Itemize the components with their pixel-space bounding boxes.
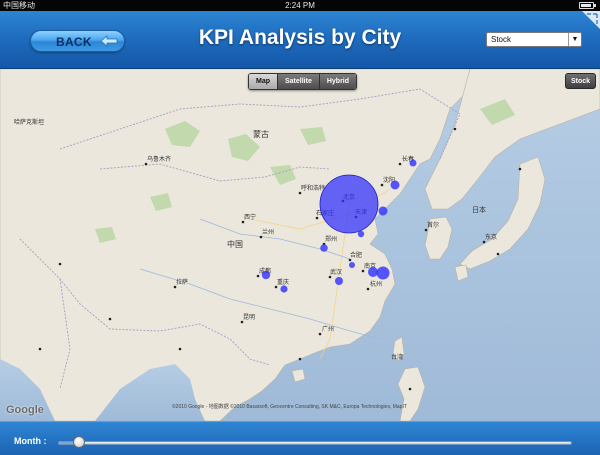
- month-slider-thumb[interactable]: [72, 436, 85, 448]
- app-window: 中国移动 2:24 PM BACK KPI Analysis by City S…: [0, 0, 600, 455]
- bubble-changchun[interactable]: [409, 159, 417, 167]
- bubble-chongqing[interactable]: [280, 285, 288, 293]
- google-logo: Google: [6, 404, 44, 416]
- label-tokyo: 东京: [485, 233, 497, 241]
- label-lhasa: 拉萨: [176, 278, 188, 286]
- map-canvas[interactable]: 蒙古 中国 北京 呼和浩特 天津 石家庄 沈阳 长春 郑州 武汉 合肥 杭州 南…: [0, 69, 600, 421]
- label-china: 中国: [227, 239, 243, 249]
- label-taiwan: 台湾: [391, 353, 403, 361]
- map-type-toggle: Map Satellite Hybrid: [248, 73, 358, 90]
- label-hefei: 合肥: [350, 251, 362, 259]
- label-seoul: 首尔: [427, 221, 439, 229]
- metric-select-value: Stock: [491, 35, 512, 44]
- bubble-tianjin[interactable]: [378, 206, 388, 216]
- label-mongolia: 蒙古: [253, 129, 269, 139]
- page-curl-icon[interactable]: [582, 11, 600, 29]
- label-kazakh: 哈萨克斯坦: [14, 118, 44, 126]
- label-lanzhou: 兰州: [262, 228, 274, 236]
- clock: 2:24 PM: [285, 1, 315, 10]
- bubble-wuhan[interactable]: [335, 277, 343, 285]
- month-slider-track[interactable]: [58, 441, 572, 445]
- footer-bar: Month :: [0, 421, 600, 455]
- map-view[interactable]: 蒙古 中国 北京 呼和浩特 天津 石家庄 沈阳 长春 郑州 武汉 合肥 杭州 南…: [0, 69, 600, 421]
- status-bar: 中国移动 2:24 PM: [0, 0, 600, 11]
- bubble-shenyang[interactable]: [390, 180, 400, 190]
- bubble-hangzhou[interactable]: [376, 266, 390, 280]
- label-japan: 日本: [472, 205, 486, 214]
- bubble-beijing[interactable]: [319, 174, 379, 234]
- stock-button[interactable]: Stock: [564, 73, 596, 89]
- bubble-hefei[interactable]: [349, 262, 355, 268]
- label-zhengzhou: 郑州: [325, 235, 337, 243]
- bubble-chengdu[interactable]: [261, 270, 271, 280]
- battery-icon: [579, 2, 596, 9]
- label-chongqing: 重庆: [277, 278, 289, 286]
- header-bar: BACK KPI Analysis by City Stock ▼: [0, 11, 600, 69]
- map-type-hybrid[interactable]: Hybrid: [319, 74, 357, 89]
- label-wuhan: 武汉: [330, 268, 342, 276]
- bubble-nanjing[interactable]: [368, 267, 378, 277]
- month-label: Month :: [14, 436, 47, 446]
- label-guangzhou: 广州: [322, 325, 334, 333]
- bubble-jinan[interactable]: [357, 230, 365, 238]
- label-xining: 西宁: [244, 213, 256, 221]
- bubble-zhengzhou[interactable]: [320, 244, 328, 252]
- label-urumqi: 乌鲁木齐: [147, 155, 171, 163]
- metric-select[interactable]: Stock ▼: [486, 32, 582, 47]
- map-type-map[interactable]: Map: [249, 74, 278, 89]
- map-copyright: ©2010 Google - 地图数据 ©2010 Basarsoft, Geo…: [172, 404, 407, 410]
- label-hangzhou: 杭州: [370, 280, 382, 288]
- label-hohhot: 呼和浩特: [301, 184, 325, 192]
- chevron-down-icon: ▼: [568, 33, 581, 46]
- map-type-satellite[interactable]: Satellite: [278, 74, 320, 89]
- label-kunming: 昆明: [243, 314, 255, 321]
